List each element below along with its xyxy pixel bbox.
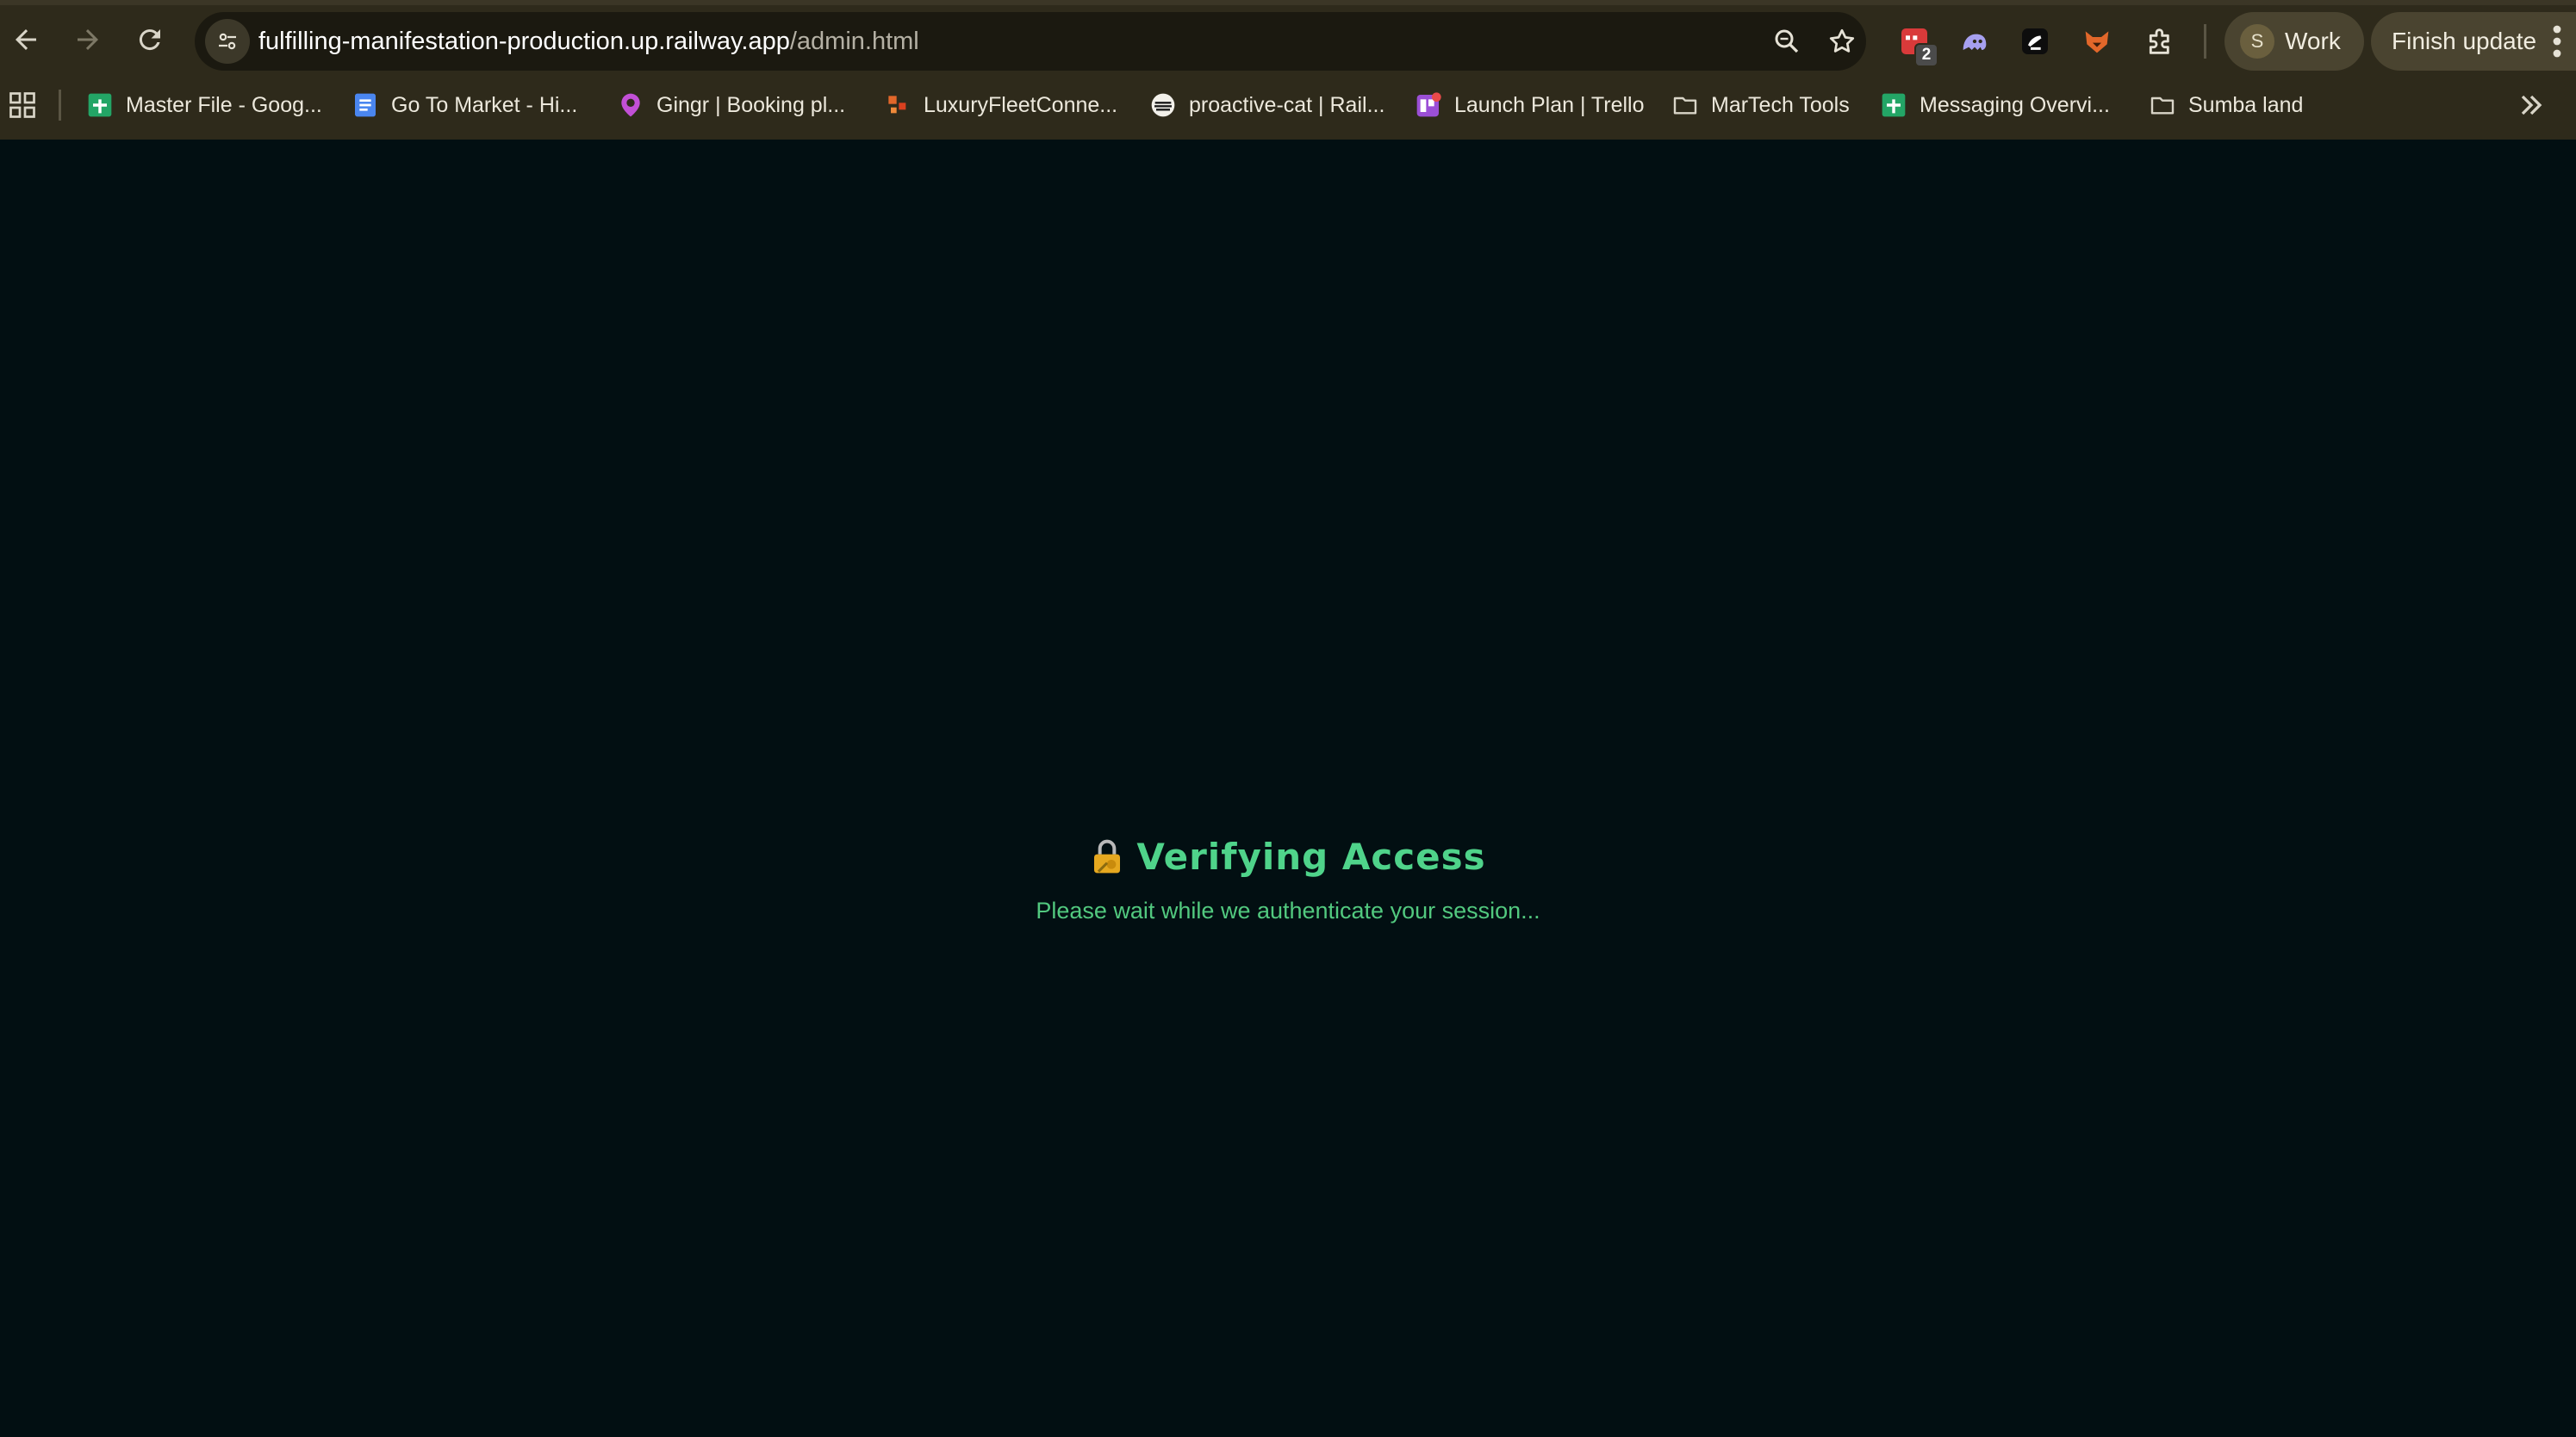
finish-update-button[interactable]: Finish update [2371,12,2576,71]
page-content: Verifying Access Please wait while we au… [0,140,2576,1437]
trello-icon [1416,92,1441,117]
status-message: Please wait while we authenticate your s… [1036,897,1540,924]
tab-strip-edge [0,0,2576,5]
bookmark-label: proactive-cat | Rail... [1189,92,1385,117]
bookmark-label: LuxuryFleetConne... [924,92,1118,117]
bookmark-label: Messaging Overvi... [1920,92,2110,117]
url-text[interactable]: fulfilling-manifestation-production.up.r… [258,12,919,71]
bookmark-gingr[interactable]: Gingr | Booking pl... [617,83,845,128]
site-info-button[interactable] [205,19,250,64]
bookmark-go-to-market[interactable]: Go To Market - Hi... [352,83,577,128]
page-title: Verifying Access [1090,836,1485,878]
gingr-icon [621,93,640,117]
railway-icon [1151,93,1175,117]
reload-icon [139,29,160,51]
arrow-left-icon [16,29,36,50]
folder-icon [2150,96,2175,115]
verifying-access-panel: Verifying Access Please wait while we au… [0,836,2576,924]
bookmarks-bar: Master File - Goog... Go To Market - Hi.… [0,79,2576,131]
toolbar-divider [2204,24,2206,59]
browser-chrome: fulfilling-manifestation-production.up.r… [0,0,2576,140]
google-docs-icon [355,93,376,117]
profile-button[interactable]: S Work [2224,12,2364,71]
extension-fox[interactable] [2075,19,2119,64]
more-menu-icon[interactable] [2547,24,2567,59]
bookmark-label: Go To Market - Hi... [391,92,578,117]
magnifier-icon [1775,29,1799,53]
luxury-fleet-icon [888,96,906,114]
google-sheets-icon [88,93,112,117]
bookmark-label: Master File - Goog... [126,92,322,117]
arrow-right-icon [78,29,98,50]
title-text: Verifying Access [1136,836,1486,878]
folder-icon [1673,96,1697,115]
bookmark-sumba-land[interactable]: Sumba land [2149,83,2303,128]
puzzle-icon [2149,28,2169,54]
url-host: fulfilling-manifestation-production.up.r… [258,28,790,55]
google-sheets-icon [1882,93,1906,117]
avatar: S [2240,24,2274,59]
bookmark-label: Sumba land [2188,92,2304,117]
chevron-double-right-icon[interactable] [2514,88,2548,122]
lock-key-icon [1094,839,1121,873]
url-path: /admin.html [789,28,919,55]
forward-button[interactable] [62,14,114,65]
bookmark-master-file[interactable]: Master File - Goog... [86,83,322,128]
zoom-button[interactable] [1770,24,1804,59]
star-icon [1829,28,1855,53]
scribe-extension-icon [2022,28,2048,54]
browser-toolbar: fulfilling-manifestation-production.up.r… [0,7,2576,76]
bookmark-label: Launch Plan | Trello [1454,92,1645,117]
bookmark-label: Gingr | Booking pl... [656,92,846,117]
address-bar[interactable]: fulfilling-manifestation-production.up.r… [195,12,1866,71]
ghost-extension-icon [1963,34,1987,50]
apps-grid-icon[interactable] [7,90,38,121]
bookmarks-divider [59,90,61,121]
bookmark-star-button[interactable] [1825,24,1859,59]
profile-label: Work [2285,28,2341,54]
extension-ghost[interactable] [1952,19,1997,64]
bookmark-luxury-fleet[interactable]: LuxuryFleetConne... [884,83,1117,128]
extension-badge: 2 [1914,43,1938,67]
bookmark-messaging-overview[interactable]: Messaging Overvi... [1880,83,2110,128]
bookmark-launch-plan[interactable]: Launch Plan | Trello [1415,83,1645,128]
extension-scribe[interactable] [2013,19,2057,64]
tune-icon [219,33,236,50]
fox-extension-icon [2085,31,2109,53]
bookmark-proactive-cat[interactable]: proactive-cat | Rail... [1149,83,1384,128]
back-button[interactable] [0,14,52,65]
reload-button[interactable] [124,14,176,65]
bookmark-label: MarTech Tools [1711,92,1850,117]
extension-calendar[interactable]: 2 [1892,19,1938,67]
bookmark-martech-tools[interactable]: MarTech Tools [1671,83,1850,128]
finish-update-label: Finish update [2392,28,2537,54]
extensions-menu-button[interactable] [2138,19,2183,64]
